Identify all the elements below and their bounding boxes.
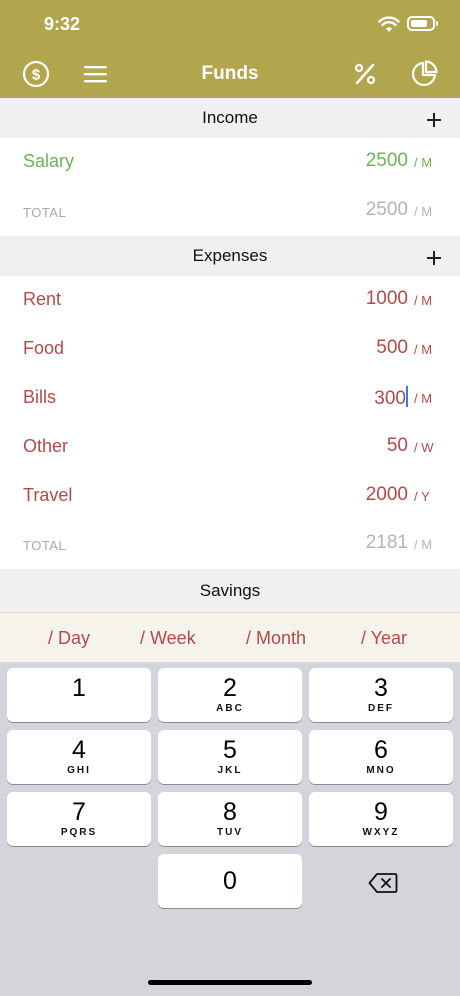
income-row-salary[interactable]: Salary 2500 / M <box>0 138 460 187</box>
add-expense-icon[interactable] <box>424 248 444 268</box>
key-1[interactable]: 1 <box>7 668 151 722</box>
key-digit: 5 <box>223 736 237 764</box>
battery-icon <box>407 16 438 31</box>
expenses-total-value: 2181 <box>365 532 408 553</box>
key-letters: DEF <box>368 703 394 714</box>
expense-period[interactable]: / Y <box>414 489 430 504</box>
expenses-total-period: / M <box>414 537 433 552</box>
expense-value[interactable]: 500 <box>376 337 408 359</box>
expense-label: Rent <box>23 289 62 309</box>
key-digit: 6 <box>374 736 388 764</box>
key-digit: 0 <box>223 867 237 895</box>
expense-row-food[interactable]: Food 500 / M <box>0 325 460 374</box>
period-day[interactable]: / Day <box>48 628 90 649</box>
home-indicator[interactable] <box>148 980 312 985</box>
expense-value-text: 300 <box>374 388 406 409</box>
status-time: 9:32 <box>44 14 81 34</box>
expense-period[interactable]: / W <box>414 440 434 455</box>
expense-label: Other <box>23 436 69 456</box>
savings-section-header: Savings <box>0 569 460 612</box>
savings-title: Savings <box>199 581 261 600</box>
key-letters: WXYZ <box>362 827 400 838</box>
income-value[interactable]: 2500 <box>366 150 408 172</box>
key-digit: 8 <box>223 798 237 826</box>
key-letters: MNO <box>366 765 396 776</box>
key-digit: 1 <box>72 674 86 702</box>
key-5[interactable]: 5 JKL <box>158 730 302 784</box>
text-cursor <box>406 386 408 407</box>
key-9[interactable]: 9 WXYZ <box>309 792 453 846</box>
key-7[interactable]: 7 PQRS <box>7 792 151 846</box>
income-total-value: 2500 <box>365 199 408 220</box>
key-8[interactable]: 8 TUV <box>158 792 302 846</box>
income-title: Income <box>202 108 258 127</box>
expense-label: Food <box>23 338 65 358</box>
expense-period[interactable]: / M <box>414 342 432 357</box>
navbar: $ Funds <box>0 50 460 98</box>
income-section-header: Income <box>0 98 460 138</box>
key-digit: 2 <box>223 674 237 702</box>
income-period[interactable]: / M <box>414 155 432 170</box>
period-week[interactable]: / Week <box>140 628 196 649</box>
expenses-total-label: TOTAL <box>23 538 67 553</box>
key-2[interactable]: 2 ABC <box>158 668 302 722</box>
page-title: Funds <box>201 63 259 84</box>
expense-row-bills[interactable]: Bills 300 / M <box>0 374 460 423</box>
expense-row-travel[interactable]: Travel 2000 / Y <box>0 472 460 521</box>
wifi-icon <box>378 16 400 32</box>
numeric-keypad: 1 2 ABC 3 DEF 4 GHI 5 JKL 6 MNO 7 PQRS 8… <box>0 662 460 996</box>
app-header: 9:32 $ Funds <box>0 0 460 98</box>
key-3[interactable]: 3 DEF <box>309 668 453 722</box>
expense-row-other[interactable]: Other 50 / W <box>0 423 460 472</box>
add-income-icon[interactable] <box>424 110 444 130</box>
key-6[interactable]: 6 MNO <box>309 730 453 784</box>
expense-value[interactable]: 50 <box>387 435 408 457</box>
income-total-label: TOTAL <box>23 205 67 220</box>
expense-value-editing[interactable]: 300 <box>374 386 408 410</box>
expenses-total-row: TOTAL 2181 / M <box>0 520 460 569</box>
key-4[interactable]: 4 GHI <box>7 730 151 784</box>
period-month[interactable]: / Month <box>246 628 306 649</box>
key-letters: JKL <box>217 765 243 776</box>
expenses-section-header: Expenses <box>0 236 460 276</box>
key-letters: ABC <box>216 703 244 714</box>
key-letters: TUV <box>217 827 243 838</box>
expense-row-rent[interactable]: Rent 1000 / M <box>0 276 460 325</box>
expense-value[interactable]: 1000 <box>366 288 408 310</box>
key-digit: 4 <box>72 736 86 764</box>
income-total-row: TOTAL 2500 / M <box>0 187 460 236</box>
status-bar: 9:32 <box>0 0 460 50</box>
expense-label: Bills <box>23 387 57 407</box>
key-digit: 7 <box>72 798 86 826</box>
key-digit: 3 <box>374 674 388 702</box>
percent-icon[interactable] <box>351 60 379 88</box>
expense-value[interactable]: 2000 <box>366 484 408 506</box>
expense-period[interactable]: / M <box>414 391 432 406</box>
key-digit: 9 <box>374 798 388 826</box>
backspace-icon[interactable] <box>368 872 398 894</box>
expense-period[interactable]: / M <box>414 293 432 308</box>
income-total-period: / M <box>414 204 433 219</box>
period-selector: / Day / Week / Month / Year <box>0 612 460 662</box>
income-label: Salary <box>23 151 75 171</box>
expense-label: Travel <box>23 485 73 505</box>
expenses-title: Expenses <box>192 246 268 265</box>
period-year[interactable]: / Year <box>361 628 407 649</box>
key-0[interactable]: 0 <box>158 854 302 908</box>
pie-chart-icon[interactable] <box>410 60 438 88</box>
key-letters: PQRS <box>60 827 98 838</box>
key-letters: GHI <box>67 765 91 776</box>
